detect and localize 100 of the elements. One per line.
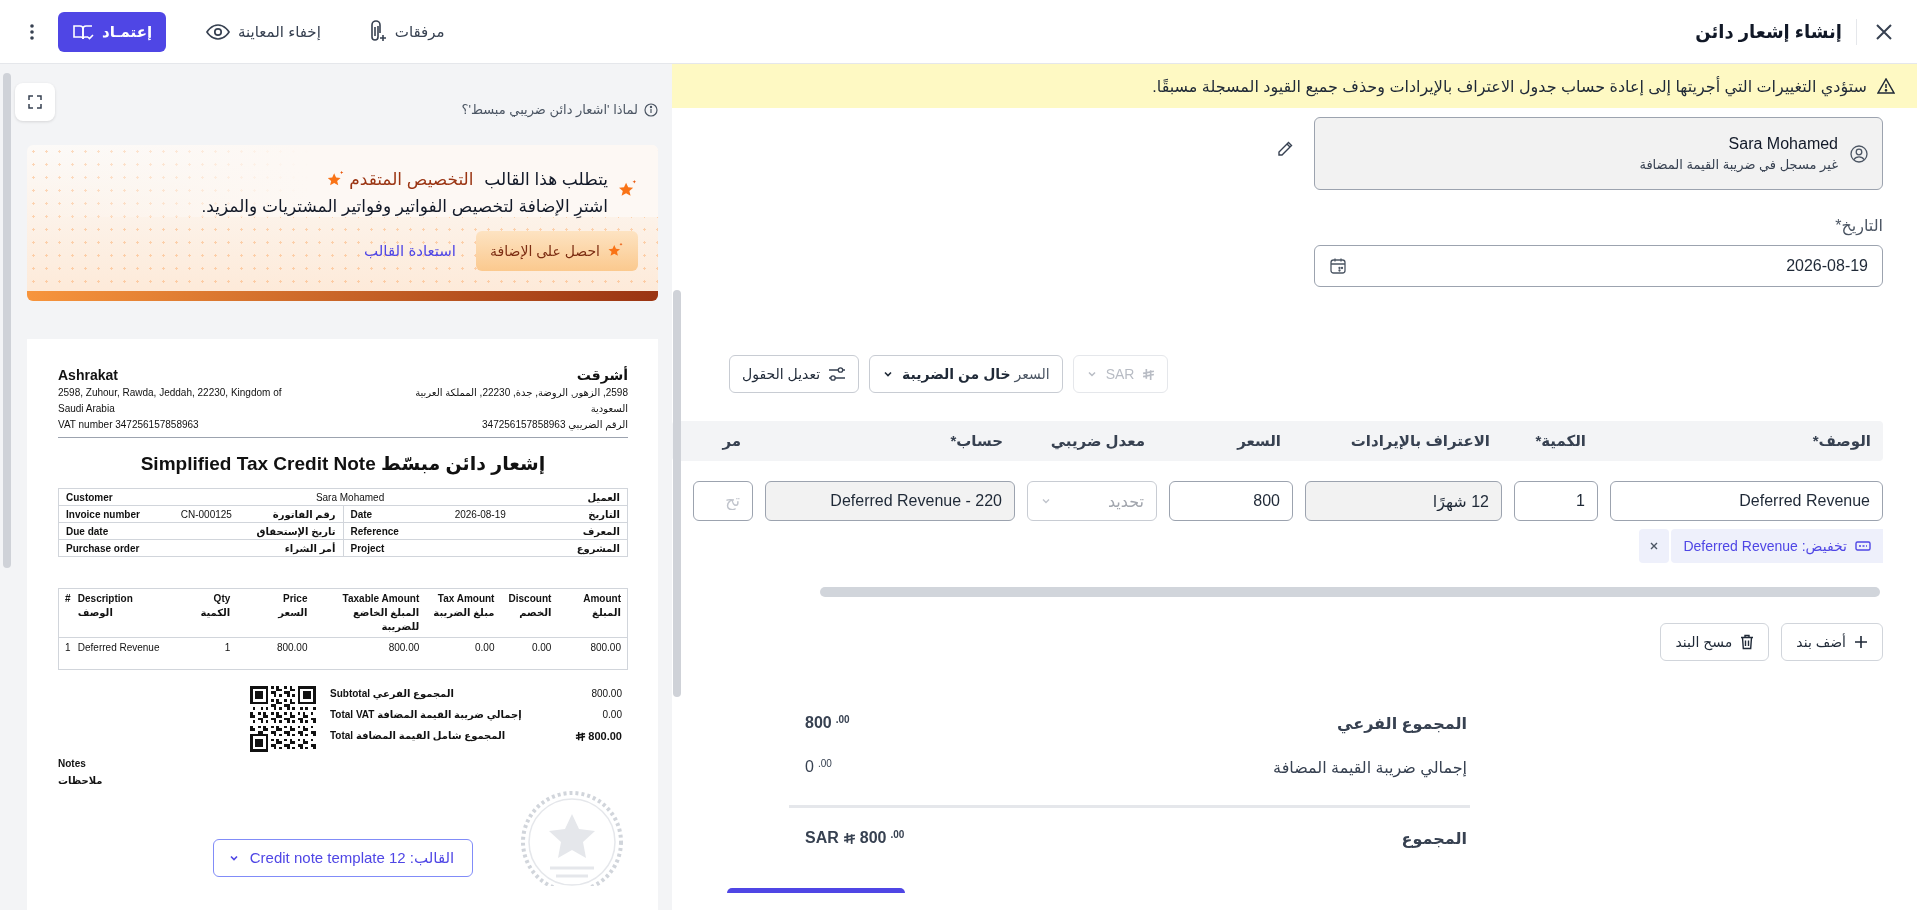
field-label: المعرف [582, 525, 620, 537]
info-icon [644, 102, 658, 117]
column-header: المبلغ الخاضع للضريبة [351, 606, 420, 634]
calendar-icon [1329, 257, 1347, 275]
attachments-button[interactable]: مرفقات [360, 13, 453, 50]
input-field[interactable]: 800 [1169, 481, 1293, 521]
column-header: Discount [507, 592, 552, 606]
field-label: Due date [66, 525, 109, 537]
notes-label: Notes [58, 758, 86, 769]
total-value: 0 $^{.00}$ [805, 758, 832, 776]
edit-icon[interactable] [1276, 139, 1294, 158]
company-name: أشرقت [576, 365, 628, 385]
currency-icon [1142, 367, 1156, 381]
sliders-icon [828, 366, 847, 382]
field-label: Reference [350, 525, 399, 537]
column-header: Qty [212, 592, 231, 606]
column-header: المبلغ [591, 606, 621, 620]
total-label: Total المجموع شامل القيمة المضافة [330, 730, 506, 742]
user-icon [1850, 144, 1868, 163]
input-field[interactable]: Deferred Revenue [1610, 481, 1883, 521]
warning-icon [1877, 78, 1895, 94]
column-header: Taxable Amount [341, 592, 420, 606]
scrollbar-thumb[interactable] [3, 73, 11, 568]
total-value: SAR 800 $^{.00}$ [805, 829, 905, 847]
notes-label: ملاحظات [58, 775, 103, 786]
table-cell: 800.00 [276, 642, 308, 653]
edit-fields-button[interactable]: تعديل الحقول [729, 355, 860, 393]
scrollbar-thumb[interactable] [820, 587, 1880, 597]
column-header: السعر [276, 606, 308, 620]
qr-code [250, 686, 316, 752]
company-address: 2598, الزهور, الروضة, جدة, 22230, المملكة العربية السعودية [414, 386, 628, 416]
input-field[interactable]: تح [693, 481, 753, 521]
restore-template-link[interactable]: استعادة القالب [364, 242, 457, 260]
company-address: 2598, Zuhour, Rawda, Jeddah, 22230, Kingdom of Saudi Arabia [58, 386, 283, 416]
table-cell: 0.00 [475, 642, 495, 653]
currency-icon [842, 831, 856, 845]
readonly-field[interactable]: 12 شهرًا [1305, 481, 1502, 521]
field-label: العميل [587, 491, 620, 503]
field-value: Sara Mohamed [315, 491, 385, 503]
field-label: Purchase order [66, 542, 140, 554]
info-link[interactable]: لماذا 'اشعار دائن ضريبي مبسط'؟ [461, 102, 638, 117]
field-label: التاريخ [588, 508, 620, 520]
document-title: Simplified Tax Credit Note إشعار دائن مبسّط [140, 452, 546, 475]
scrollbar-thumb[interactable] [673, 290, 681, 697]
column-header: الوصف* [1812, 432, 1871, 449]
field-label: أمر الشراء [284, 542, 336, 554]
promo-headline: يتطلب هذا القالب التخصيص المتقدم [349, 169, 608, 190]
total-label: المجموع الفرعي [1337, 713, 1467, 733]
column-header: الوصف [77, 606, 114, 620]
field-label: Date [350, 508, 373, 520]
column-header: الكمية* [1535, 432, 1586, 449]
column-header: Description [77, 592, 134, 606]
field-label: تاريخ الإستحقاق [256, 525, 336, 537]
column-header: مر [722, 432, 741, 449]
column-header: # [65, 592, 72, 606]
column-header: Tax Amount [436, 592, 495, 606]
table-cell: 0.00 [531, 642, 552, 653]
field-label: Invoice number [66, 508, 140, 520]
get-addon-button[interactable]: احصل على الإضافة [476, 231, 638, 271]
column-header: حساب* [950, 432, 1003, 449]
account-tag: تخفيض: Deferred Revenue [1671, 529, 1883, 563]
template-selector[interactable]: القالب: Credit note template 12 [212, 839, 474, 877]
table-cell: 800.00 [388, 642, 420, 653]
remove-icon[interactable] [1639, 529, 1670, 563]
table-cell: 1 [65, 642, 71, 653]
customer-vat-status: غير مسجل في ضريبة القيمة المضافة [1639, 157, 1838, 172]
total-label: إجمالي ضريبة القيمة المضافة [1273, 757, 1467, 777]
total-label: Subtotal المجموع الفرعي [330, 688, 454, 699]
column-header: مبلغ الضريبة [432, 606, 495, 620]
field-label: رقم الفاتورة [272, 508, 336, 520]
table-cell: 1 [224, 642, 231, 653]
column-header: Price [282, 592, 308, 606]
total-value: 800.00 [588, 730, 622, 742]
eye-icon [206, 23, 231, 40]
column-header: Amount [582, 592, 621, 606]
add-line-button[interactable]: أضف بند [1781, 623, 1883, 661]
page-title: إنشاء إشعار دائن [1695, 20, 1842, 43]
clear-line-button[interactable]: مسح البند [1660, 623, 1770, 661]
field-label: Project [350, 542, 385, 554]
vat-number: VAT number 347256157858963 [58, 418, 199, 432]
table-cell: Deferred Revenue [77, 642, 160, 653]
vat-number: الرقم الضريبي 347256157858963 [482, 418, 628, 433]
company-name: Ashrakat [58, 366, 118, 385]
total-value: 0.00 [602, 709, 622, 720]
date-field[interactable]: 2026-08-19 [1314, 245, 1883, 287]
approve-button[interactable]: إعتمـاد [58, 11, 167, 52]
paperclip-icon [368, 19, 387, 44]
total-value: 800.00 [591, 688, 622, 699]
hide-preview-button[interactable]: إخفاء المعاينة [198, 16, 329, 47]
field-value: 2026-08-19 [454, 508, 506, 520]
input-field[interactable]: 1 [1514, 481, 1598, 521]
column-header: السعر [1237, 432, 1281, 449]
readonly-field[interactable]: Deferred Revenue - 220 [765, 481, 1015, 521]
total-label: المجموع [1401, 828, 1467, 848]
column-header: الخصم [518, 606, 552, 620]
price-mode-select[interactable]: السعر خال من الضريبة [869, 355, 1063, 393]
column-header: معدل ضريبي [1050, 432, 1145, 449]
warning-text: ستؤدي التغييرات التي أجريتها إلى إعادة حساب جدول الاعتراف بالإيرادات وحذف جميع القيود المسجلة مسبقًا. [1152, 76, 1867, 96]
customer-name: Sara Mohamed [1728, 135, 1838, 153]
fullscreen-icon[interactable] [15, 83, 55, 121]
